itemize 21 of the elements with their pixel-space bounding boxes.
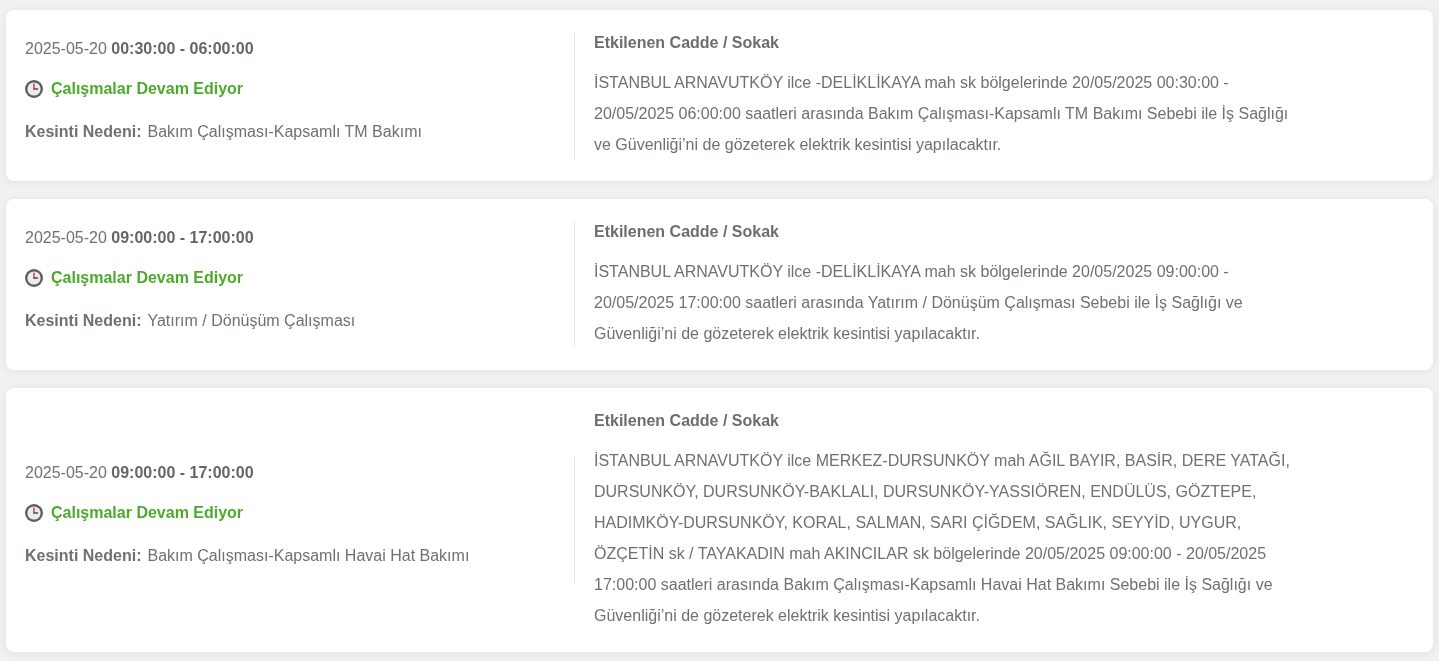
reason-label: Kesinti Nedeni: [25, 310, 142, 331]
date-time-text: 2025-05-20 00:30:00 - 06:00:00 [25, 38, 254, 59]
reason-text: Yatırım / Dönüşüm Çalışması [147, 310, 356, 331]
reason-text: Bakım Çalışması-Kapsamlı Havai Hat Bakımı [147, 546, 470, 566]
affected-description: İSTANBUL ARNAVUTKÖY ilce MERKEZ-DURSUNKÖY mah AĞIL BAYIR, BASİR, DERE YATAĞI, DURSUNKÖY, DURSUNKÖY-BAKLALI, DURSUNKÖY-YASSIÖREN, ENDÜLÜS, GÖZTEPE, HADIMKÖY-DURSUNKÖY, KORAL, SALMAN, SARI ÇİĞDEM, SAĞLIK, SEYYİD, UYGUR, ÖZÇETİN sk / TAYAKADIN mah AKINCILAR sk bölgelerinde 20/05/2025 09:00:00 - 20/05/2025 17:00:00 saatleri arasında Bakım Çalışması-Kapsamlı Havai Hat Bakımı Sebebi ile İş Sağlığı ve Güvenliği’ni de gözeterek elektrik kesintisi yapılacaktır. [594, 450, 1291, 626]
clock-icon [25, 79, 43, 98]
status-text: Çalışmalar Devam Ediyor [51, 267, 244, 288]
reason-label: Kesinti Nedeni: [25, 546, 142, 566]
affected-heading: Etkilenen Cadde / Sokak [594, 222, 779, 242]
affected-description: İSTANBUL ARNAVUTKÖY ilce -DELİKLİKAYA mah sk bölgelerinde 20/05/2025 09:00:00 - 20/05/2025 17:00:00 saatleri arasında Yatırım / Dönüşüm Çalışması Sebebi ile İş Sağlığı ve Güvenliği’ni de gözeterek elektrik kesintisi yapılacaktır. [594, 262, 1244, 344]
date-time-text: 2025-05-20 09:00:00 - 17:00:00 [25, 227, 254, 248]
clock-icon [25, 268, 43, 287]
reason-label: Kesinti Nedeni: [25, 121, 142, 142]
date-time-text: 2025-05-20 09:00:00 - 17:00:00 [25, 463, 254, 483]
status-text: Çalışmalar Devam Ediyor [51, 78, 244, 99]
affected-heading: Etkilenen Cadde / Sokak [594, 33, 779, 53]
clock-icon [25, 504, 43, 522]
status-text: Çalışmalar Devam Ediyor [51, 503, 244, 523]
affected-description: İSTANBUL ARNAVUTKÖY ilce -DELİKLİKAYA mah sk bölgelerinde 20/05/2025 00:30:00 - 20/05/2025 06:00:00 saatleri arasında Bakım Çalışması-Kapsamlı TM Bakımı Sebebi ile İş Sağlığı ve Güvenliği’ni de gözeterek elektrik kesintisi yapılacaktır. [594, 73, 1290, 155]
affected-heading: Etkilenen Cadde / Sokak [594, 411, 779, 431]
reason-text: Bakım Çalışması-Kapsamlı TM Bakımı [147, 121, 422, 142]
